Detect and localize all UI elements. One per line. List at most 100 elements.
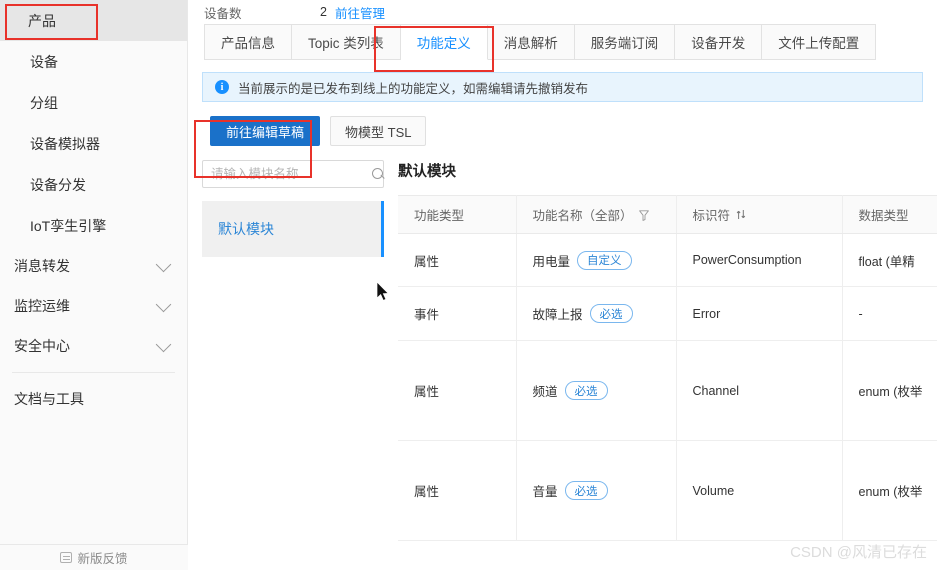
cell-function-name: 故障上报 必选: [516, 286, 677, 341]
module-list-item-default[interactable]: 默认模块: [202, 201, 384, 257]
tab-label: 功能定义: [416, 36, 471, 51]
cell-function-type: 属性: [398, 440, 517, 541]
tab-bar: 产品信息 Topic 类列表 功能定义 消息解析 服务端订阅 设备开发 文件上传…: [188, 24, 937, 62]
info-icon: i: [215, 80, 229, 94]
cell-function-name: 用电量 自定义: [516, 233, 677, 287]
sidebar-group-security-center[interactable]: 安全中心: [0, 326, 187, 366]
column-header-label: 功能名称（全部）: [532, 209, 633, 223]
tab-label: 产品信息: [221, 36, 275, 51]
tab-label: Topic 类列表: [308, 36, 384, 51]
sidebar-item-groups[interactable]: 分组: [0, 82, 187, 123]
sidebar-item-label: IoT孪生引擎: [30, 217, 107, 234]
feedback-bar[interactable]: 新版反馈: [0, 544, 188, 570]
column-header-function-type: 功能类型: [398, 195, 517, 234]
cell-function-type: 属性: [398, 340, 517, 441]
function-name-text: 用电量: [532, 254, 571, 269]
table-head: 功能类型 功能名称（全部） 标识符 数据类型: [398, 195, 937, 234]
tab-device-development[interactable]: 设备开发: [675, 24, 763, 60]
function-name-text: 频道: [532, 385, 558, 399]
column-header-label: 标识符: [692, 209, 731, 223]
sidebar-item-docs-tools[interactable]: 文档与工具: [0, 379, 187, 419]
published-notice-banner: i 当前展示的是已发布到线上的功能定义，如需编辑请先撤销发布: [202, 72, 923, 102]
table-row[interactable]: 属性 用电量 自定义 PowerConsumption float (单精: [398, 233, 937, 287]
sort-icon[interactable]: [736, 209, 746, 220]
sidebar-item-label: 产品: [28, 12, 56, 29]
content-split: 默认模块 默认模块 功能类型 功能名称（全部）: [188, 160, 937, 541]
column-header-label: 数据类型: [858, 209, 909, 223]
sidebar: 产品 设备 分组 设备模拟器 设备分发 IoT孪生引擎 消息转发 监控运维 安全…: [0, 0, 188, 570]
feedback-label: 新版反馈: [77, 552, 128, 566]
sidebar-item-label: 分组: [30, 94, 58, 111]
device-count-label: 设备数: [204, 6, 242, 21]
app-root: 产品 设备 分组 设备模拟器 设备分发 IoT孪生引擎 消息转发 监控运维 安全…: [0, 0, 937, 570]
thing-model-tsl-button[interactable]: 物模型 TSL: [330, 116, 427, 146]
cell-function-name: 频道 必选: [516, 340, 677, 441]
module-item-label: 默认模块: [218, 221, 274, 237]
tab-file-upload-config[interactable]: 文件上传配置: [762, 24, 877, 60]
chevron-down-icon: [155, 256, 172, 272]
sidebar-item-label: 设备: [30, 53, 58, 70]
feedback-icon: [60, 552, 73, 563]
go-edit-draft-button[interactable]: 前往编辑草稿: [210, 116, 321, 146]
tab-function-definition[interactable]: 功能定义: [400, 24, 488, 60]
filter-icon[interactable]: [638, 209, 649, 221]
sidebar-item-device-distribution[interactable]: 设备分发: [0, 164, 187, 205]
module-search-box[interactable]: [202, 160, 384, 188]
main-content: 设备数 2 前往管理 产品信息 Topic 类列表 功能定义 消息解析 服务端订…: [188, 0, 937, 570]
status-badge: 自定义: [577, 250, 632, 270]
search-icon[interactable]: [372, 168, 384, 180]
cell-identifier: Error: [676, 286, 843, 341]
device-count-value: 2: [320, 5, 327, 19]
tab-topic-list[interactable]: Topic 类列表: [292, 24, 401, 60]
table-row[interactable]: 属性 音量 必选 Volume enum (枚举: [398, 440, 937, 541]
watermark: CSDN @风清已存在: [790, 544, 927, 561]
sidebar-item-device-simulator[interactable]: 设备模拟器: [0, 123, 187, 164]
sidebar-item-products[interactable]: 产品: [0, 0, 187, 41]
tab-label: 文件上传配置: [778, 36, 860, 51]
chevron-down-icon: [155, 336, 172, 352]
status-badge: 必选: [589, 304, 633, 323]
tab-label: 消息解析: [503, 36, 558, 51]
sidebar-group-message-forwarding[interactable]: 消息转发: [0, 246, 187, 286]
device-count-row: 设备数 2 前往管理: [188, 0, 937, 24]
status-badge: 必选: [564, 481, 608, 500]
table-row[interactable]: 属性 频道 必选 Channel enum (枚举: [398, 340, 937, 441]
sidebar-item-iot-twin-engine[interactable]: IoT孪生引擎: [0, 205, 187, 246]
column-header-label: 功能类型: [414, 209, 465, 223]
tab-product-info[interactable]: 产品信息: [204, 24, 292, 60]
sidebar-group-label: 监控运维: [14, 298, 70, 314]
cell-data-type: -: [842, 286, 937, 341]
chevron-down-icon: [155, 296, 172, 312]
function-definition-table: 功能类型 功能名称（全部） 标识符 数据类型 属性 用电量 自定义 PowerC…: [398, 195, 937, 541]
cell-data-type: enum (枚举: [842, 440, 937, 541]
cell-function-type: 属性: [398, 233, 517, 287]
cell-function-name: 音量 必选: [516, 440, 677, 541]
sidebar-item-label: 文档与工具: [14, 391, 84, 407]
table-header-row: 功能类型 功能名称（全部） 标识符 数据类型: [398, 195, 937, 234]
column-header-function-name: 功能名称（全部）: [516, 195, 677, 234]
tab-message-parsing[interactable]: 消息解析: [487, 24, 575, 60]
function-name-text: 音量: [532, 485, 558, 499]
sidebar-group-monitoring-ops[interactable]: 监控运维: [0, 286, 187, 326]
column-header-data-type: 数据类型: [842, 195, 937, 234]
tab-server-subscription[interactable]: 服务端订阅: [574, 24, 676, 60]
function-table-panel: 默认模块 功能类型 功能名称（全部） 标识符 数据类型 属性 用电量 自定义 P…: [384, 160, 937, 541]
sidebar-group-label: 消息转发: [14, 258, 70, 274]
sidebar-item-label: 设备分发: [30, 176, 86, 193]
table-row[interactable]: 事件 故障上报 必选 Error -: [398, 286, 937, 341]
function-name-text: 故障上报: [532, 308, 583, 322]
action-button-row: 前往编辑草稿 物模型 TSL: [188, 102, 937, 146]
go-to-manage-link[interactable]: 前往管理: [335, 3, 385, 22]
cell-identifier: Volume: [676, 440, 843, 541]
cell-identifier: PowerConsumption: [676, 233, 843, 287]
tab-label: 服务端订阅: [590, 36, 659, 51]
cell-function-type: 事件: [398, 286, 517, 341]
table-body: 属性 用电量 自定义 PowerConsumption float (单精 事件…: [398, 233, 937, 541]
sidebar-item-devices[interactable]: 设备: [0, 41, 187, 82]
search-input[interactable]: [211, 167, 372, 181]
module-panel: 默认模块: [188, 160, 384, 541]
sidebar-divider: [12, 372, 175, 373]
column-header-identifier: 标识符: [676, 195, 843, 234]
status-badge: 必选: [564, 381, 608, 400]
sidebar-item-label: 设备模拟器: [30, 135, 100, 152]
